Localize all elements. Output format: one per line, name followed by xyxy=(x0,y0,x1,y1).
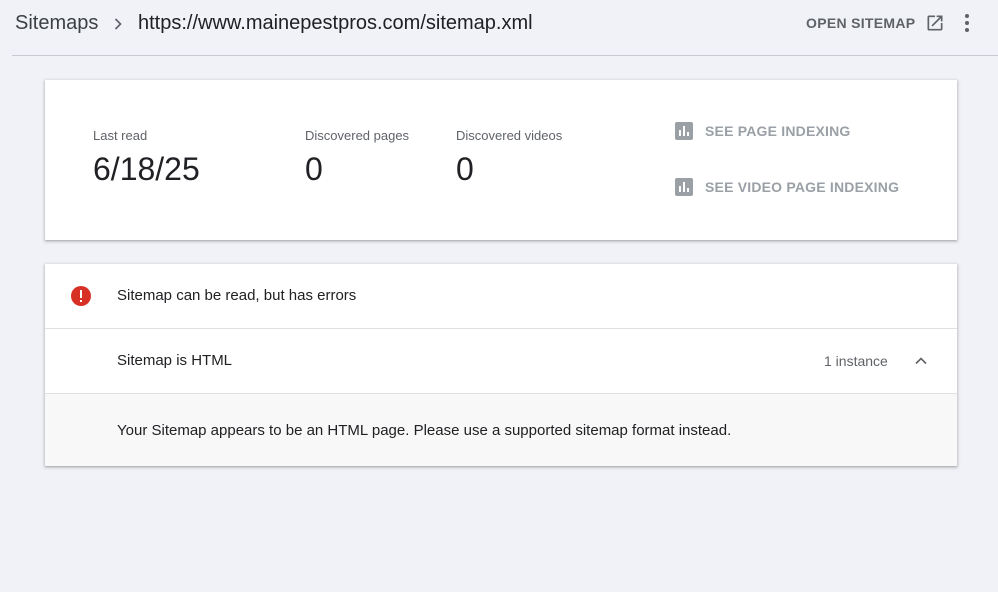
see-video-page-indexing-label: SEE VIDEO PAGE INDEXING xyxy=(705,179,900,195)
open-sitemap-label: OPEN SITEMAP xyxy=(806,15,916,31)
stat-value: 0 xyxy=(456,151,474,187)
header-divider xyxy=(12,55,998,56)
open-sitemap-button[interactable]: OPEN SITEMAP xyxy=(806,10,945,36)
issue-detail-panel: Your Sitemap appears to be an HTML page.… xyxy=(45,394,957,466)
sitemap-stats-card: Last read 6/18/25 Discovered pages 0 Dis… xyxy=(45,80,957,240)
error-icon xyxy=(71,286,91,306)
issue-label: Sitemap is HTML xyxy=(117,352,233,369)
see-page-indexing-button[interactable]: SEE PAGE INDEXING xyxy=(675,122,851,140)
issue-row-sitemap-is-html[interactable]: Sitemap is HTML 1 instance xyxy=(45,329,957,394)
stat-discovered-pages: Discovered pages 0 xyxy=(305,128,409,188)
stat-value: 6/18/25 xyxy=(93,151,200,187)
more-vert-icon[interactable] xyxy=(955,11,979,35)
breadcrumb-current-url: https://www.mainepestpros.com/sitemap.xm… xyxy=(138,12,533,34)
issue-status-title: Sitemap can be read, but has errors xyxy=(117,287,357,304)
stat-label: Last read xyxy=(93,128,148,143)
issue-detail-text: Your Sitemap appears to be an HTML page.… xyxy=(117,422,732,439)
stat-label: Discovered videos xyxy=(456,128,563,143)
issue-status-header: Sitemap can be read, but has errors xyxy=(45,264,957,329)
stat-last-read: Last read 6/18/25 xyxy=(93,128,200,188)
chevron-up-icon[interactable] xyxy=(911,351,931,371)
breadcrumb-sitemaps[interactable]: Sitemaps xyxy=(15,12,98,35)
stat-value: 0 xyxy=(305,151,323,187)
stat-discovered-videos: Discovered videos 0 xyxy=(456,128,562,188)
sitemap-issues-card: Sitemap can be read, but has errors Site… xyxy=(45,264,957,466)
see-video-page-indexing-button[interactable]: SEE VIDEO PAGE INDEXING xyxy=(675,178,899,196)
issue-instance-count: 1 instance xyxy=(824,353,888,369)
page-header: Sitemaps https://www.mainepestpros.com/s… xyxy=(0,0,998,56)
bar-chart-icon xyxy=(675,122,693,140)
stat-label: Discovered pages xyxy=(305,128,410,143)
see-page-indexing-label: SEE PAGE INDEXING xyxy=(705,123,851,139)
open-in-new-icon xyxy=(927,15,943,31)
chevron-right-icon xyxy=(114,18,122,30)
bar-chart-icon xyxy=(675,178,693,196)
